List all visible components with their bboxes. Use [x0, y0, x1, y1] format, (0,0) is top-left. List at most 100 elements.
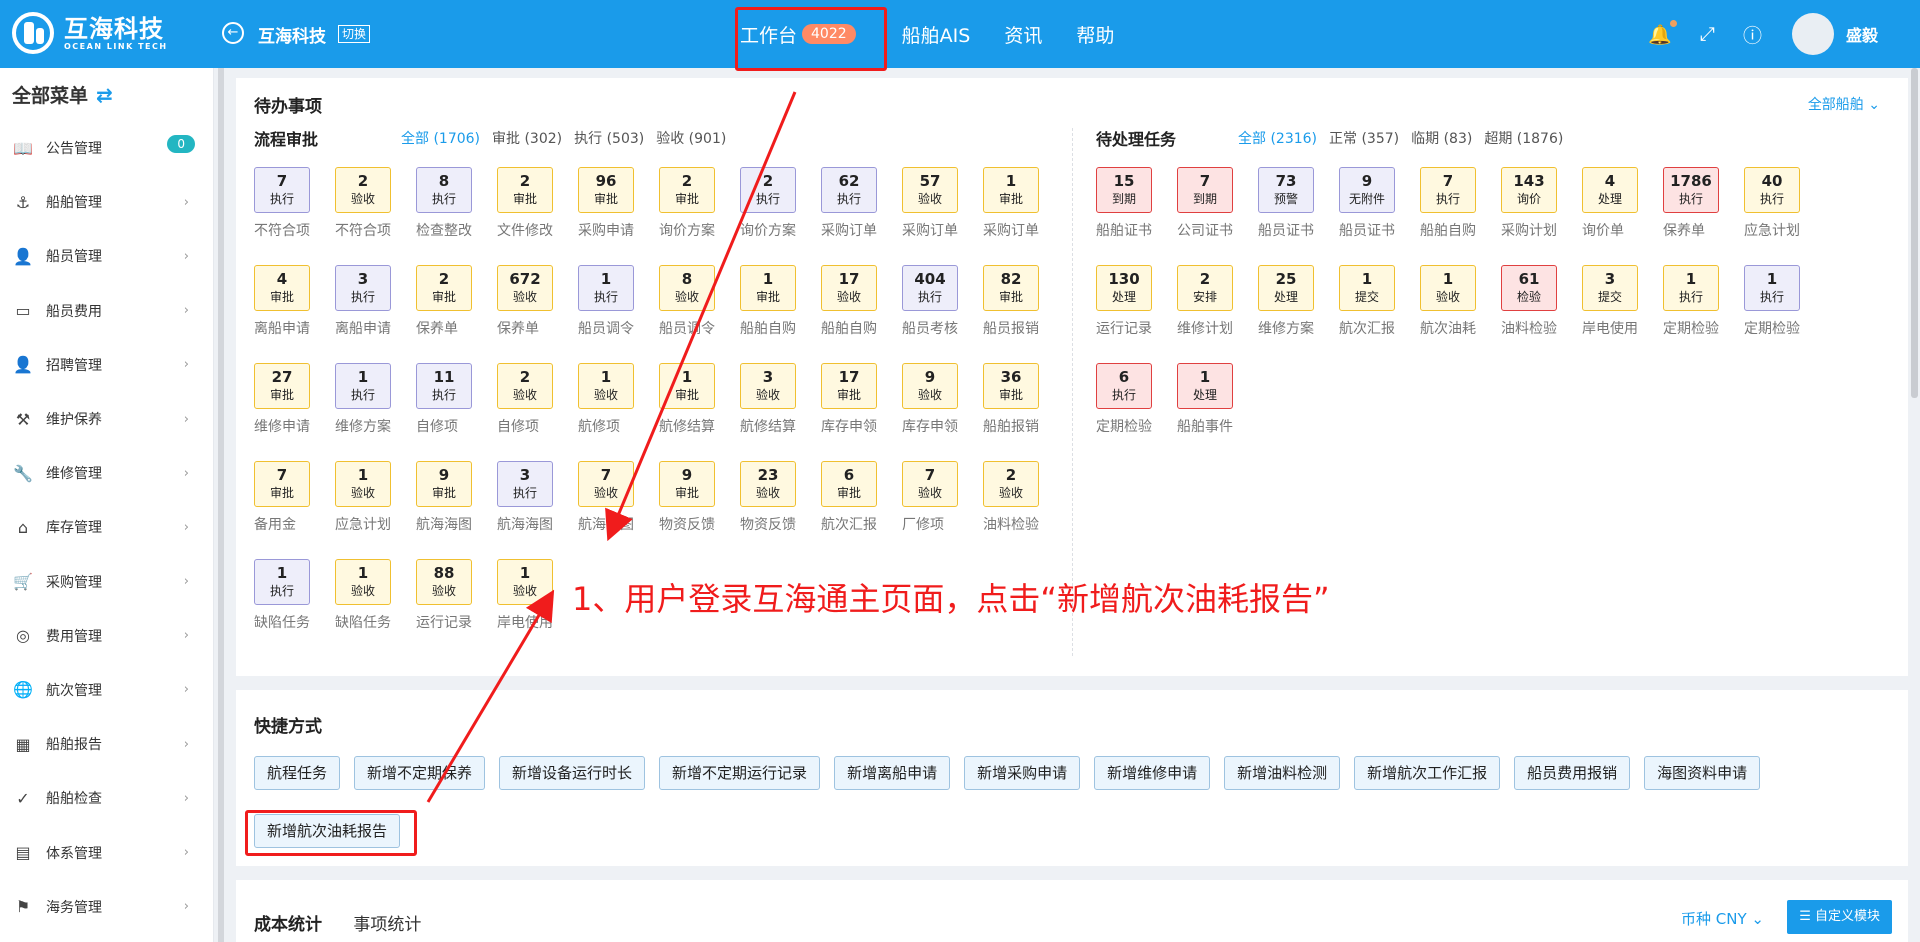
task-tile[interactable]: 7 审批 备用金 — [254, 461, 335, 559]
task-tile[interactable]: 9 审批 航海海图 — [416, 461, 497, 559]
task-count-box[interactable]: 1 提交 — [1339, 265, 1395, 311]
task-count-box[interactable]: 15 到期 — [1096, 167, 1152, 213]
task-count-box[interactable]: 1 验收 — [578, 363, 634, 409]
sidebar-item[interactable]: 🔧 维修管理 › — [0, 446, 213, 500]
task-count-box[interactable]: 4 审批 — [254, 265, 310, 311]
tab-cost-statistics[interactable]: 成本统计 — [254, 915, 322, 935]
switch-company-button[interactable]: 切换 — [338, 25, 371, 43]
task-count-box[interactable]: 1 审批 — [659, 363, 715, 409]
task-count-box[interactable]: 61 检验 — [1501, 265, 1557, 311]
sidebar-item[interactable]: 📖 公告管理 0 — [0, 121, 213, 175]
task-count-box[interactable]: 1786 执行 — [1663, 167, 1719, 213]
task-tile[interactable]: 57 验收 采购订单 — [902, 167, 983, 265]
sidebar-item[interactable]: ⌂ 库存管理 › — [0, 500, 213, 554]
task-tile[interactable]: 17 验收 船舶自购 — [821, 265, 902, 363]
task-tile[interactable]: 9 验收 库存申领 — [902, 363, 983, 461]
task-tile[interactable]: 1 验收 航次油耗 — [1420, 265, 1501, 363]
task-tile[interactable]: 88 验收 运行记录 — [416, 559, 497, 657]
shortcut-button[interactable]: 船员费用报销 — [1514, 756, 1631, 790]
filter-tab[interactable]: 临期 (83) — [1411, 128, 1472, 148]
swap-icon[interactable]: ⇄ — [96, 83, 113, 107]
task-count-box[interactable]: 9 审批 — [659, 461, 715, 507]
task-count-box[interactable]: 7 验收 — [578, 461, 634, 507]
task-tile[interactable]: 3 执行 航海海图 — [497, 461, 578, 559]
task-tile[interactable]: 1 验收 岸电使用 — [497, 559, 578, 657]
task-count-box[interactable]: 9 审批 — [416, 461, 472, 507]
task-tile[interactable]: 672 验收 保养单 — [497, 265, 578, 363]
task-count-box[interactable]: 82 审批 — [983, 265, 1039, 311]
back-arrow-icon[interactable]: ← — [222, 22, 244, 44]
task-count-box[interactable]: 6 执行 — [1096, 363, 1152, 409]
task-count-box[interactable]: 143 询价 — [1501, 167, 1557, 213]
task-count-box[interactable]: 1 执行 — [254, 559, 310, 605]
filter-tab[interactable]: 审批 (302) — [492, 128, 562, 148]
task-tile[interactable]: 1 验收 航修项 — [578, 363, 659, 461]
task-count-box[interactable]: 2 执行 — [740, 167, 796, 213]
shortcut-button[interactable]: 新增油料检测 — [1224, 756, 1341, 790]
task-tile[interactable]: 1 处理 船舶事件 — [1177, 363, 1258, 461]
task-tile[interactable]: 82 审批 船员报销 — [983, 265, 1064, 363]
task-count-box[interactable]: 3 验收 — [740, 363, 796, 409]
task-tile[interactable]: 3 提交 岸电使用 — [1582, 265, 1663, 363]
task-tile[interactable]: 6 审批 航次汇报 — [821, 461, 902, 559]
task-tile[interactable]: 17 审批 库存申领 — [821, 363, 902, 461]
sidebar-item[interactable]: ✓ 船舶检查 › — [0, 771, 213, 825]
task-tile[interactable]: 11 执行 自修项 — [416, 363, 497, 461]
shortcut-button[interactable]: 新增离船申请 — [834, 756, 951, 790]
filter-tab[interactable]: 全部 (2316) — [1238, 128, 1317, 148]
task-count-box[interactable]: 1 执行 — [335, 363, 391, 409]
task-tile[interactable]: 1 执行 维修方案 — [335, 363, 416, 461]
task-count-box[interactable]: 1 验收 — [335, 559, 391, 605]
task-count-box[interactable]: 1 处理 — [1177, 363, 1233, 409]
task-count-box[interactable]: 11 执行 — [416, 363, 472, 409]
task-tile[interactable]: 1 审批 航修结算 — [659, 363, 740, 461]
sidebar-item[interactable]: 🛒 采购管理 › — [0, 555, 213, 609]
sidebar-scrollbar[interactable] — [218, 68, 224, 942]
task-tile[interactable]: 2 验收 不符合项 — [335, 167, 416, 265]
task-count-box[interactable]: 7 执行 — [1420, 167, 1476, 213]
nav-news[interactable]: 资讯 — [1004, 21, 1042, 48]
task-tile[interactable]: 2 审批 询价方案 — [659, 167, 740, 265]
task-tile[interactable]: 130 处理 运行记录 — [1096, 265, 1177, 363]
task-tile[interactable]: 6 执行 定期检验 — [1096, 363, 1177, 461]
task-tile[interactable]: 7 执行 不符合项 — [254, 167, 335, 265]
task-count-box[interactable]: 27 审批 — [254, 363, 310, 409]
task-tile[interactable]: 9 无附件 船员证书 — [1339, 167, 1420, 265]
currency-dropdown[interactable]: 币种 CNY ⌄ — [1681, 908, 1764, 929]
filter-tab[interactable]: 超期 (1876) — [1484, 128, 1563, 148]
task-count-box[interactable]: 2 安排 — [1177, 265, 1233, 311]
task-tile[interactable]: 7 验收 厂修项 — [902, 461, 983, 559]
task-count-box[interactable]: 40 执行 — [1744, 167, 1800, 213]
filter-tab[interactable]: 正常 (357) — [1329, 128, 1399, 148]
shortcut-button[interactable]: 新增设备运行时长 — [499, 756, 646, 790]
sidebar-item[interactable]: 🌐 航次管理 › — [0, 663, 213, 717]
sidebar-item[interactable]: ▤ 体系管理 › — [0, 825, 213, 879]
nav-help[interactable]: 帮助 — [1076, 21, 1114, 48]
task-tile[interactable]: 1 执行 缺陷任务 — [254, 559, 335, 657]
task-tile[interactable]: 2 验收 自修项 — [497, 363, 578, 461]
nav-ship-ais[interactable]: 船舶AIS — [902, 21, 971, 48]
task-count-box[interactable]: 8 验收 — [659, 265, 715, 311]
logo[interactable]: 互海科技 OCEAN LINK TECH — [12, 12, 168, 54]
task-tile[interactable]: 2 验收 油料检验 — [983, 461, 1064, 559]
task-count-box[interactable]: 2 验收 — [335, 167, 391, 213]
task-count-box[interactable]: 1 审批 — [983, 167, 1039, 213]
task-count-box[interactable]: 9 验收 — [902, 363, 958, 409]
sidebar-item[interactable]: ◎ 费用管理 › — [0, 609, 213, 663]
task-count-box[interactable]: 7 审批 — [254, 461, 310, 507]
task-count-box[interactable]: 1 验收 — [1420, 265, 1476, 311]
task-count-box[interactable]: 2 验收 — [497, 363, 553, 409]
task-tile[interactable]: 62 执行 采购订单 — [821, 167, 902, 265]
task-count-box[interactable]: 1 验收 — [335, 461, 391, 507]
sidebar-item[interactable]: ▦ 船舶报告 › — [0, 717, 213, 771]
task-tile[interactable]: 1 执行 船员调令 — [578, 265, 659, 363]
fullscreen-icon[interactable]: ⤢ — [1700, 23, 1715, 45]
task-tile[interactable]: 1 执行 定期检验 — [1663, 265, 1744, 363]
task-count-box[interactable]: 25 处理 — [1258, 265, 1314, 311]
tab-item-statistics[interactable]: 事项统计 — [353, 915, 421, 935]
task-tile[interactable]: 8 执行 检查整改 — [416, 167, 497, 265]
sidebar-item[interactable]: 👤 船员管理 › — [0, 229, 213, 283]
sidebar-item[interactable]: ⚓ 船舶管理 › — [0, 175, 213, 229]
task-tile[interactable]: 7 到期 公司证书 — [1177, 167, 1258, 265]
task-count-box[interactable]: 1 执行 — [1744, 265, 1800, 311]
